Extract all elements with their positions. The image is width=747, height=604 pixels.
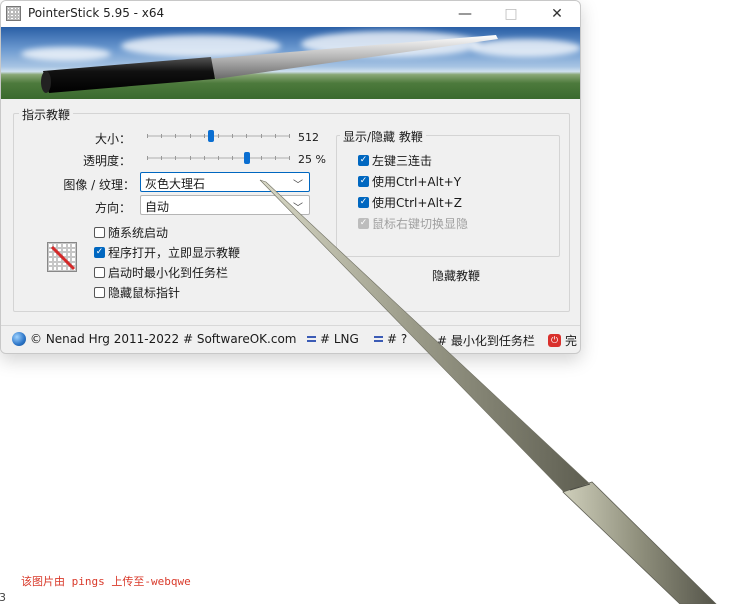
- hide-cursor-checkbox[interactable]: [94, 287, 105, 298]
- option-ctrl-alt-y[interactable]: ✓ 使用Ctrl+Alt+Y: [358, 173, 461, 190]
- minimize-on-start-checkbox[interactable]: [94, 267, 105, 278]
- title-bar[interactable]: PointerStick 5.95 - x64 — □ ✕: [1, 1, 580, 27]
- exit-button[interactable]: ⏻ 完: [548, 332, 577, 349]
- ctrl-alt-z-label: 使用Ctrl+Alt+Z: [372, 196, 462, 210]
- size-slider[interactable]: [147, 130, 290, 142]
- banner-image: [1, 27, 580, 99]
- hide-pointer-button[interactable]: 隐藏教鞭: [432, 267, 480, 284]
- status-bar: © Nenad Hrg 2011-2022 # SoftwareOK.com #…: [1, 325, 580, 353]
- ctrl-alt-z-checkbox[interactable]: ✓: [358, 197, 369, 208]
- chevron-down-icon: ﹀: [293, 203, 303, 214]
- opacity-value: 25 %: [298, 153, 326, 166]
- ctrl-alt-y-checkbox[interactable]: ✓: [358, 176, 369, 187]
- show-hide-group-title: 显示/隐藏 教鞭: [340, 128, 426, 145]
- maximize-button[interactable]: □: [488, 1, 534, 27]
- minimize-to-tray-menu[interactable]: # 最小化到任务栏: [424, 332, 535, 349]
- dropdown-lines-icon: [307, 336, 316, 342]
- dropdown-lines-icon: [424, 337, 433, 344]
- size-label: 大小：: [94, 132, 131, 146]
- globe-icon: [12, 332, 26, 346]
- image-texture-combobox[interactable]: 灰色大理石 ﹀: [140, 172, 310, 192]
- close-button[interactable]: ✕: [534, 1, 580, 27]
- chevron-down-icon: ﹀: [293, 180, 303, 191]
- hide-cursor-label: 隐藏鼠标指针: [108, 286, 181, 300]
- right-click-toggle-label: 鼠标右键切换显隐: [372, 217, 469, 231]
- minimize-on-start-label: 启动时最小化到任务栏: [108, 266, 229, 280]
- option-autostart[interactable]: 随系统启动: [94, 224, 168, 241]
- right-click-toggle-checkbox: ✓: [358, 218, 369, 229]
- power-icon: ⏻: [548, 334, 561, 347]
- image-texture-value: 灰色大理石: [145, 177, 206, 191]
- minimize-button[interactable]: —: [442, 1, 488, 27]
- ctrl-alt-y-label: 使用Ctrl+Alt+Y: [372, 175, 462, 189]
- show-on-open-label: 程序打开，立即显示教鞭: [108, 246, 241, 260]
- option-show-on-open[interactable]: ✓ 程序打开，立即显示教鞭: [94, 244, 240, 261]
- help-menu[interactable]: # ?: [374, 332, 407, 346]
- autostart-label: 随系统启动: [108, 226, 169, 240]
- triple-click-checkbox[interactable]: ✓: [358, 155, 369, 166]
- opacity-label: 透明度：: [82, 154, 131, 168]
- window-title: PointerStick 5.95 - x64: [28, 6, 165, 20]
- direction-label: 方向：: [94, 201, 131, 215]
- triple-click-label: 左键三连击: [372, 154, 433, 168]
- copyright-link[interactable]: © Nenad Hrg 2011-2022 # SoftwareOK.com: [12, 332, 297, 346]
- option-ctrl-alt-z[interactable]: ✓ 使用Ctrl+Alt+Z: [358, 194, 462, 211]
- option-triple-click[interactable]: ✓ 左键三连击: [358, 152, 432, 169]
- watermark-text: 该图片由 pings 上传至-webqwe: [21, 575, 191, 588]
- pointer-group-title: 指示教鞭: [19, 106, 74, 123]
- size-value: 512: [298, 131, 319, 144]
- option-right-click-toggle: ✓ 鼠标右键切换显隐: [358, 215, 468, 232]
- language-menu[interactable]: # LNG: [307, 332, 359, 346]
- direction-value: 自动: [145, 200, 170, 214]
- dropdown-lines-icon: [374, 336, 383, 342]
- grid-cursor-icon: [47, 242, 77, 272]
- option-hide-cursor[interactable]: 隐藏鼠标指针: [94, 284, 180, 301]
- opacity-slider-thumb[interactable]: [244, 152, 250, 164]
- autostart-checkbox[interactable]: [94, 227, 105, 238]
- pointerstick-window: PointerStick 5.95 - x64 — □ ✕ 指示教鞭 大小： 5…: [0, 0, 581, 354]
- image-texture-label: 图像 / 纹理：: [63, 178, 135, 192]
- option-minimize-on-start[interactable]: 启动时最小化到任务栏: [94, 264, 228, 281]
- corner-number: 3: [0, 591, 6, 604]
- direction-combobox[interactable]: 自动 ﹀: [140, 195, 310, 215]
- show-on-open-checkbox[interactable]: ✓: [94, 247, 105, 258]
- size-slider-thumb[interactable]: [208, 130, 214, 142]
- banner-pointer-stick: [41, 35, 498, 93]
- app-grid-icon: [6, 6, 21, 21]
- opacity-slider[interactable]: [147, 152, 290, 164]
